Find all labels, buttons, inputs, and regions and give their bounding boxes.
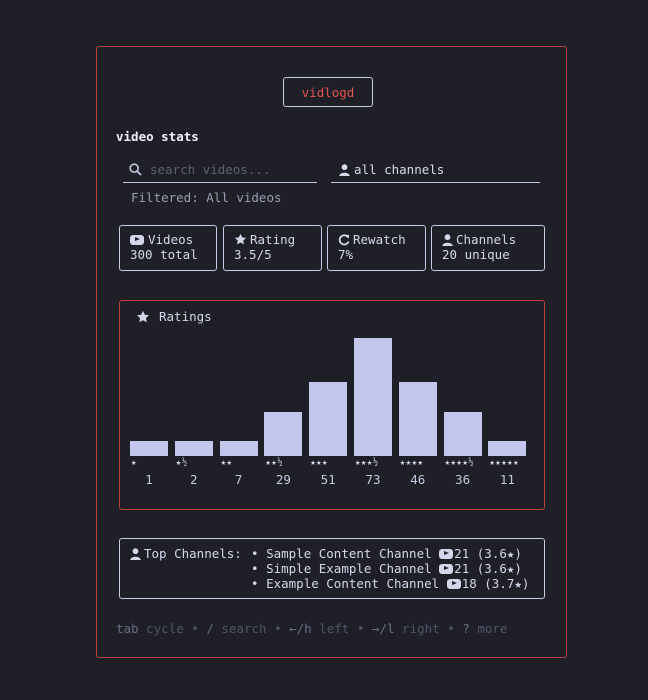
app-logo: vidlogd — [283, 77, 373, 107]
help-key: / — [206, 621, 214, 636]
ratings-panel: Ratings ★ 1 ★½ 2 ★★ 7 ★★½ 29 ★★★ 51 ★★★½ 73 ★★★★ 46 ★★… — [119, 300, 545, 510]
chart-category-label: ★½ — [175, 458, 188, 468]
help-action: left — [319, 621, 350, 636]
chart-category-label: ★★ — [220, 458, 233, 468]
chart-category-label: ★★★★★ — [489, 458, 519, 468]
app-frame: vidlogd video stats all channels Filtere… — [96, 46, 567, 658]
channel-filter[interactable]: all channels — [331, 157, 540, 183]
help-key: ←/h — [289, 621, 312, 636]
search-box[interactable] — [123, 157, 317, 183]
stat-card-videos[interactable]: Videos 300 total — [119, 225, 217, 271]
help-action: search — [221, 621, 267, 636]
channel-name: Example Content Channel — [266, 576, 440, 591]
help-key: tab — [116, 621, 139, 636]
chart-bar — [130, 441, 168, 456]
chart-value-label: 7 — [234, 472, 243, 487]
stat-value: 7% — [338, 247, 354, 262]
stat-label: Videos — [148, 232, 194, 247]
chart-category-label: ★★★★½ — [444, 458, 475, 468]
chart-value-label: 29 — [275, 472, 291, 487]
help-key: ? — [462, 621, 470, 636]
chart-bar — [309, 382, 348, 456]
top-channels-list: • Sample Content Channel 21 (3.6★) • Sim… — [251, 546, 529, 591]
user-icon — [339, 163, 350, 176]
search-icon — [129, 163, 142, 176]
chart-category-label: ★★★ — [310, 458, 328, 468]
chart-value-label: 46 — [410, 472, 426, 487]
user-icon — [442, 233, 453, 246]
stat-value: 3.5/5 — [234, 247, 272, 262]
help-action: cycle — [146, 621, 184, 636]
help-key: →/l — [371, 621, 395, 636]
ratings-chart: ★ 1 ★½ 2 ★★ 7 ★★½ 29 ★★★ 51 ★★★½ 73 ★★★★ 46 ★★★★½ 36 ★★★… — [120, 301, 546, 511]
channel-filter-label: all channels — [354, 162, 445, 177]
stat-card-rating[interactable]: Rating 3.5/5 — [223, 225, 322, 271]
chart-bar — [398, 382, 437, 456]
help-action: right — [402, 621, 440, 636]
channel-rating: (3.6★) — [476, 546, 522, 561]
youtube-icon — [130, 234, 144, 245]
star-icon — [234, 233, 247, 246]
help-action: more — [477, 621, 508, 636]
chart-category-label: ★★½ — [265, 458, 284, 468]
top-channels-header: Top Channels: — [130, 546, 242, 561]
list-item[interactable]: • Example Content Channel 18 (3.7★) — [251, 576, 529, 591]
stat-label: Rewatch — [353, 232, 406, 247]
filter-status: Filtered: All videos — [131, 190, 282, 205]
channel-rating: (3.6★) — [476, 561, 522, 576]
top-channels-label: Top Channels: — [144, 546, 242, 561]
stat-label: Channels — [456, 232, 517, 247]
channel-count: 21 — [454, 561, 470, 576]
chart-value-label: 1 — [145, 472, 153, 487]
help-bar: tab cycle • / search • ←/h left • →/l ri… — [116, 621, 508, 636]
channel-name: Sample Content Channel — [266, 546, 432, 561]
channel-count: 18 — [461, 576, 477, 591]
top-channels-panel: Top Channels: • Sample Content Channel 2… — [119, 538, 545, 599]
channel-count: 21 — [454, 546, 470, 561]
chart-bar — [488, 441, 527, 456]
list-item[interactable]: • Simple Example Channel 21 (3.6★) — [251, 561, 529, 576]
youtube-icon — [439, 563, 454, 574]
refresh-icon — [338, 233, 350, 246]
search-input[interactable] — [150, 162, 310, 177]
stat-label: Rating — [250, 232, 296, 247]
chart-value-label: 2 — [190, 472, 198, 487]
chart-bar — [174, 441, 213, 456]
stat-card-rewatch[interactable]: Rewatch 7% — [327, 225, 426, 271]
list-item[interactable]: • Sample Content Channel 21 (3.6★) — [251, 546, 529, 561]
chart-value-label: 11 — [499, 472, 515, 487]
youtube-icon — [446, 578, 461, 589]
chart-bar — [354, 337, 392, 456]
chart-category-label: ★★★★ — [399, 458, 424, 468]
chart-value-label: 36 — [455, 472, 471, 487]
user-icon — [130, 547, 141, 560]
chart-value-label: 73 — [365, 472, 381, 487]
app-logo-text: vidlogd — [301, 84, 355, 100]
stat-value: 20 unique — [442, 247, 510, 262]
stat-card-channels[interactable]: Channels 20 unique — [431, 225, 545, 271]
chart-category-label: ★★★½ — [355, 458, 379, 468]
chart-bar — [264, 411, 303, 456]
chart-bar — [443, 411, 482, 456]
chart-value-label: 51 — [320, 472, 336, 487]
page-title: video stats — [116, 129, 199, 144]
youtube-icon — [439, 548, 454, 559]
stat-value: 300 total — [130, 247, 198, 262]
channel-rating: (3.7★) — [484, 576, 530, 591]
chart-category-label: ★ — [131, 458, 137, 468]
channel-name: Simple Example Channel — [266, 561, 432, 576]
chart-bar — [219, 441, 258, 456]
